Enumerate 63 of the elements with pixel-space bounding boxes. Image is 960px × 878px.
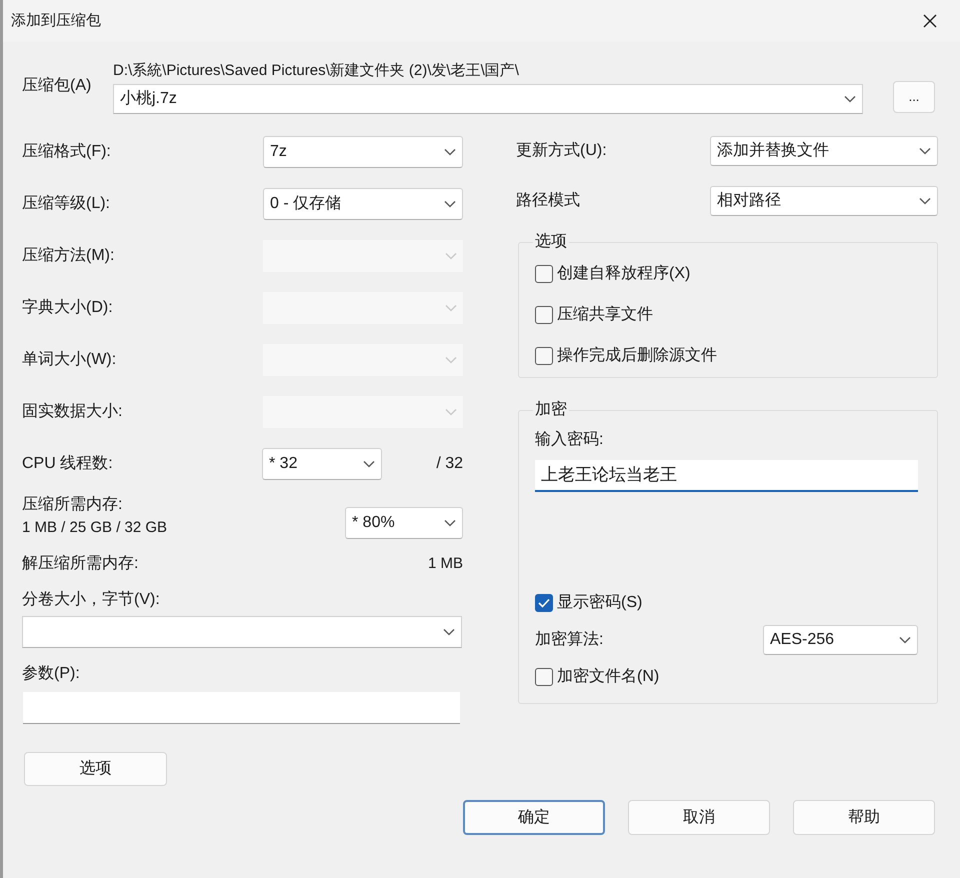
password-field[interactable]: 上老王论坛当老王 (535, 460, 918, 492)
field-label: 压缩包(A) (22, 76, 92, 96)
options-button[interactable]: 选项 (24, 752, 167, 786)
chevron-down-icon (919, 197, 931, 205)
group-title: 加密 (534, 400, 568, 420)
dropdown[interactable]: 小桃j.7z (113, 84, 863, 114)
dropdown[interactable]: AES-256 (763, 625, 918, 655)
field-label: 更新方式(U): (516, 140, 607, 161)
checkbox-label: 显示密码(S) (557, 592, 642, 613)
checkbox-label: 操作完成后删除源文件 (557, 346, 717, 366)
close-icon (922, 13, 938, 29)
chevron-down-icon (444, 148, 456, 156)
field-label: 分卷大小，字节(V): (22, 590, 161, 610)
field-label: 加密算法: (535, 630, 604, 650)
chevron-down-icon (844, 95, 856, 103)
chevron-down-icon (445, 304, 457, 312)
chevron-down-icon (444, 519, 456, 527)
chevron-down-icon (445, 356, 457, 364)
checkbox-label: 创建自释放程序(X) (557, 264, 690, 284)
field-label: 参数(P): (22, 664, 81, 684)
dropdown[interactable]: 添加并替换文件 (710, 136, 938, 166)
field-label: 压缩所需内存: (22, 494, 124, 515)
chevron-down-icon (443, 628, 455, 636)
field-label: 路径模式 (516, 190, 580, 211)
chevron-down-icon (445, 252, 457, 260)
checkbox[interactable] (535, 668, 553, 686)
dialog-button[interactable]: 取消 (628, 800, 770, 835)
field-label: 固实数据大小: (22, 402, 122, 422)
chevron-down-icon (444, 200, 456, 208)
dropdown[interactable]: * 80% (345, 507, 463, 539)
field-label: 单词大小(W): (22, 350, 116, 370)
checkbox[interactable] (535, 594, 553, 612)
checkbox[interactable] (535, 265, 553, 283)
memory-value: 1 MB (428, 554, 463, 574)
field-label: 压缩格式(F): (22, 142, 111, 162)
checkbox-label: 压缩共享文件 (557, 304, 653, 325)
archive-path: D:\系統\Pictures\Saved Pictures\新建文件夹 (2)\发\老王\国产\ (113, 61, 520, 81)
window-title: 添加到压缩包 (11, 10, 101, 31)
input-field[interactable] (23, 692, 460, 724)
thread-count: / 32 (436, 454, 463, 474)
memory-usage: 1 MB / 25 GB / 32 GB (22, 518, 168, 538)
dialog-button[interactable]: 确定 (463, 800, 605, 835)
field-label: 输入密码: (535, 430, 604, 450)
chevron-down-icon (363, 460, 375, 468)
field-label: 压缩方法(M): (22, 246, 114, 266)
chevron-down-icon (445, 408, 457, 416)
dropdown[interactable]: * 32 (262, 448, 382, 480)
field-label: 解压缩所需内存: (22, 554, 138, 574)
dropdown[interactable]: 相对路径 (710, 186, 938, 216)
field-label: 字典大小(D): (22, 298, 113, 318)
browse-button[interactable]: ... (893, 81, 935, 113)
dialog-button[interactable]: 帮助 (793, 800, 935, 835)
dropdown[interactable]: 0 - 仅存储 (263, 188, 463, 220)
checkbox[interactable] (535, 347, 553, 365)
checkbox[interactable] (535, 306, 553, 324)
chevron-down-icon (899, 636, 911, 644)
dropdown[interactable]: 7z (263, 136, 463, 168)
field-label: CPU 线程数: (22, 454, 114, 474)
checkbox-label: 加密文件名(N) (557, 666, 660, 687)
group-title: 选项 (534, 232, 568, 252)
checkmark-icon (538, 598, 550, 608)
chevron-down-icon (919, 147, 931, 155)
field-label: 压缩等级(L): (22, 194, 110, 214)
